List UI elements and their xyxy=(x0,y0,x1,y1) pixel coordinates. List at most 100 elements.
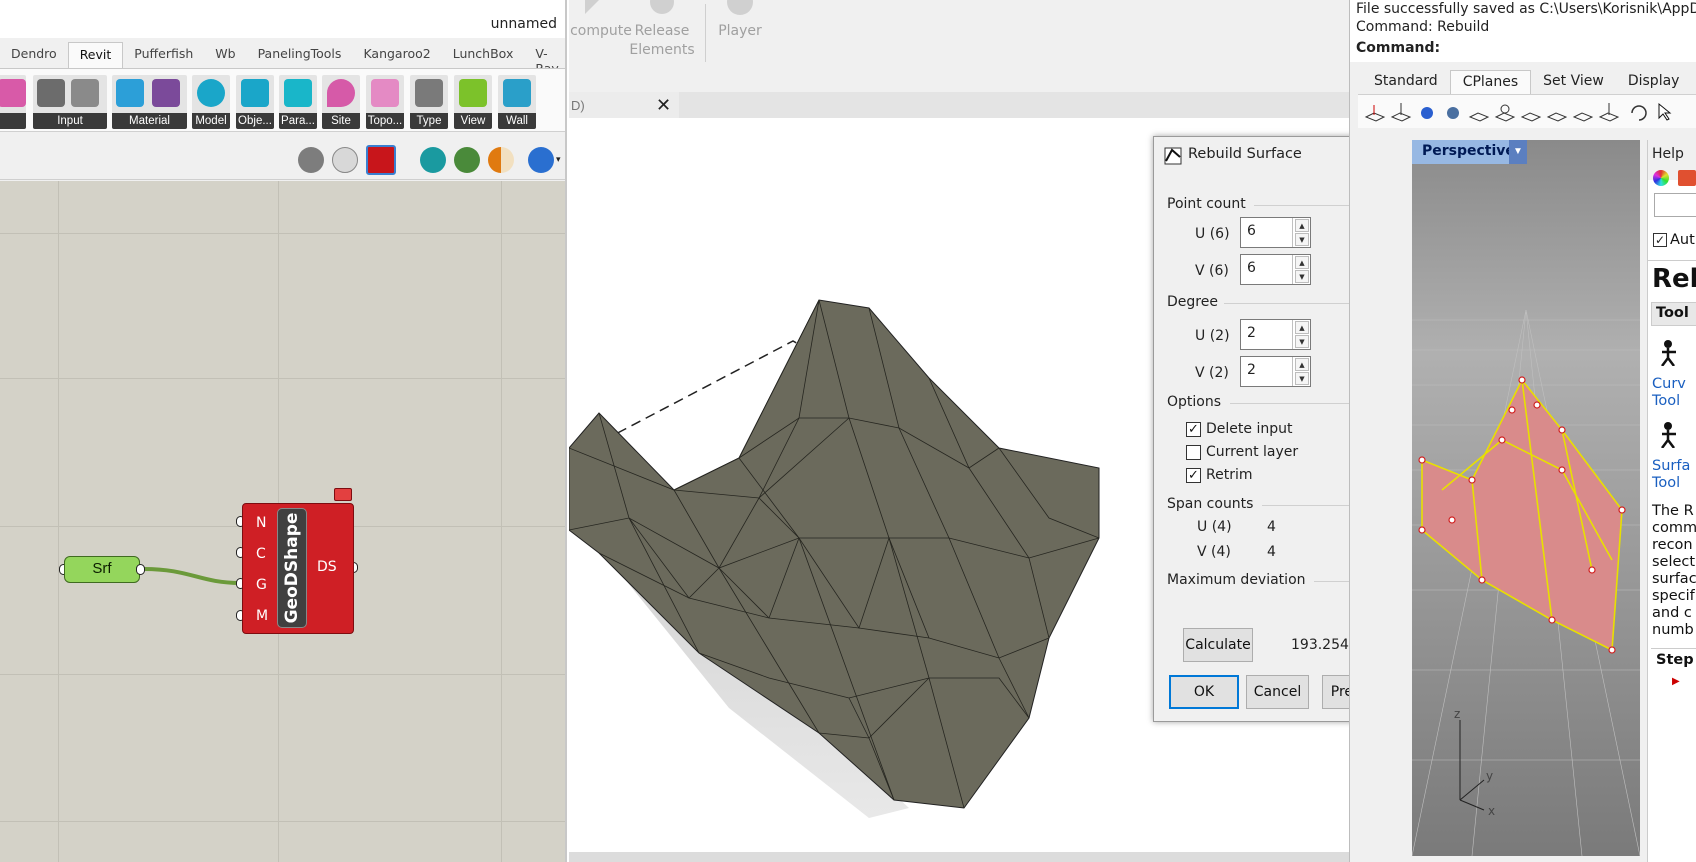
max-deviation-heading: Maximum deviation xyxy=(1167,572,1306,588)
book-icon[interactable] xyxy=(1678,170,1696,186)
spin-up-icon[interactable]: ▲ xyxy=(1295,256,1309,269)
help-body-line: comm xyxy=(1652,520,1696,536)
curve-tools-link[interactable]: Tool xyxy=(1652,393,1680,409)
help-body-line: recon xyxy=(1652,537,1693,553)
srf-output-port[interactable] xyxy=(136,564,145,575)
span-count-u-label: U (4) xyxy=(1197,519,1232,535)
wire-layer xyxy=(143,567,241,585)
surface-tools-icon[interactable] xyxy=(1658,420,1686,449)
checkbox-unchecked-icon[interactable] xyxy=(1186,445,1201,460)
help-search-input[interactable] xyxy=(1654,193,1696,217)
help-body-line: select xyxy=(1652,554,1696,570)
tab-display[interactable]: Display xyxy=(1616,70,1692,94)
player-icon xyxy=(727,0,753,15)
cplane-curve-icon[interactable] xyxy=(1468,101,1490,123)
perspective-viewport-title[interactable]: Perspective ▼ xyxy=(1412,140,1527,164)
tab-set-view[interactable]: Set View xyxy=(1531,70,1616,94)
release-label: Release xyxy=(634,23,690,39)
cplane-object-icon[interactable] xyxy=(1416,101,1438,123)
geodshape-component[interactable]: N C G M GeoDShape DS xyxy=(242,503,354,634)
spin-down-icon[interactable]: ▼ xyxy=(1295,270,1309,283)
ok-button[interactable]: OK xyxy=(1169,675,1239,709)
point-count-v-stepper[interactable]: 6 ▲ ▼ xyxy=(1240,254,1311,285)
input-label-g: G xyxy=(256,577,267,593)
checkbox-checked-icon[interactable]: ✓ xyxy=(1186,422,1201,437)
tab-standard[interactable]: Standard xyxy=(1362,70,1450,94)
viewport-status-strip xyxy=(569,852,1349,862)
current-layer-label: Current layer xyxy=(1206,444,1299,460)
chevron-down-icon[interactable]: ▼ xyxy=(1509,140,1527,164)
message-balloon-icon[interactable] xyxy=(334,488,352,501)
component-name-plate: GeoDShape xyxy=(277,508,307,628)
point-count-heading: Point count xyxy=(1167,196,1246,212)
point-count-u-value[interactable]: 6 xyxy=(1247,223,1256,239)
tab-cplanes[interactable]: CPlanes xyxy=(1449,70,1532,94)
delete-input-label: Delete input xyxy=(1206,421,1293,437)
release-elements-button[interactable]: Release Elements xyxy=(627,22,697,60)
perspective-viewport[interactable]: z y x xyxy=(1412,140,1640,856)
curve-tools-link[interactable]: Curv xyxy=(1652,376,1686,392)
spin-up-icon[interactable]: ▲ xyxy=(1295,219,1309,232)
cursor-icon[interactable] xyxy=(1654,101,1676,123)
perspective-render: z y x xyxy=(1412,140,1640,856)
spin-down-icon[interactable]: ▼ xyxy=(1295,372,1309,385)
cancel-button[interactable]: Cancel xyxy=(1246,675,1309,709)
cplane-zaxis-icon[interactable] xyxy=(1572,101,1594,123)
curve-tools-icon[interactable] xyxy=(1658,338,1686,367)
spin-up-icon[interactable]: ▲ xyxy=(1295,358,1309,371)
command-prompt[interactable]: Command: xyxy=(1356,40,1440,56)
cplane-icon[interactable] xyxy=(1364,101,1386,123)
degree-v-value[interactable]: 2 xyxy=(1247,362,1256,378)
max-deviation-value: 193.254 xyxy=(1291,637,1349,653)
cplane-rotate-icon[interactable] xyxy=(1494,101,1516,123)
input-label-c: C xyxy=(256,546,266,562)
axis-label-z: z xyxy=(1454,707,1460,721)
tool-section-label: Tool xyxy=(1656,305,1689,321)
span-counts-heading: Span counts xyxy=(1167,496,1254,512)
spin-buttons: ▲ ▼ xyxy=(1292,255,1310,284)
surface-tools-link[interactable]: Tool xyxy=(1652,475,1680,491)
undo-cplane-icon[interactable] xyxy=(1628,101,1650,123)
point-count-u-stepper[interactable]: 6 ▲ ▼ xyxy=(1240,217,1311,248)
spin-up-icon[interactable]: ▲ xyxy=(1295,321,1309,334)
span-count-u-value: 4 xyxy=(1267,519,1276,535)
toolbar-tabs: Standard CPlanes Set View Display xyxy=(1362,70,1691,94)
degree-v-stepper[interactable]: 2 ▲ ▼ xyxy=(1240,356,1311,387)
grasshopper-window: unnamed Dendro Revit Pufferfish Wb Panel… xyxy=(0,0,567,862)
help-body-line: and c xyxy=(1652,605,1692,621)
cplane-xaxis-icon[interactable] xyxy=(1546,101,1568,123)
spin-buttons: ▲ ▼ xyxy=(1292,320,1310,349)
help-body-line: numb xyxy=(1652,622,1694,638)
degree-u-stepper[interactable]: 2 ▲ ▼ xyxy=(1240,319,1311,350)
degree-heading: Degree xyxy=(1167,294,1218,310)
connection-wire[interactable] xyxy=(143,567,241,585)
calculate-button[interactable]: Calculate xyxy=(1183,628,1253,662)
surface-tools-link[interactable]: Surfa xyxy=(1652,458,1690,474)
degree-u-value[interactable]: 2 xyxy=(1247,325,1256,341)
close-icon[interactable]: ✕ xyxy=(656,95,671,116)
retrim-label: Retrim xyxy=(1206,467,1253,483)
checkbox-checked-icon[interactable]: ✓ xyxy=(1653,233,1667,247)
checkbox-checked-icon[interactable]: ✓ xyxy=(1186,468,1201,483)
axis-label-y: y xyxy=(1486,769,1493,783)
command-history-line: File successfully saved as C:\Users\Kori… xyxy=(1356,1,1696,17)
cplane-view-icon[interactable] xyxy=(1598,101,1620,123)
point-count-v-label: V (6) xyxy=(1195,263,1229,279)
player-button[interactable]: Player xyxy=(707,22,773,41)
toolbar-divider xyxy=(705,4,706,62)
caret-right-icon[interactable]: ▶ xyxy=(1672,676,1680,687)
color-wheel-icon[interactable] xyxy=(1653,170,1669,186)
cplane-surface-icon[interactable] xyxy=(1442,101,1464,123)
help-body-line: surfac xyxy=(1652,571,1696,587)
spin-down-icon[interactable]: ▼ xyxy=(1295,335,1309,348)
perspective-label[interactable]: Perspective xyxy=(1422,143,1515,159)
spin-down-icon[interactable]: ▼ xyxy=(1295,233,1309,246)
point-count-v-value[interactable]: 6 xyxy=(1247,260,1256,276)
cplane-3pt-icon[interactable] xyxy=(1520,101,1542,123)
command-history-line: Command: Rebuild xyxy=(1356,19,1490,35)
help-title: Rel xyxy=(1652,264,1696,294)
srf-component[interactable]: Srf xyxy=(64,556,140,583)
mesh-surface xyxy=(569,299,1100,809)
steps-heading: Step xyxy=(1656,652,1694,668)
cplane-elevation-icon[interactable] xyxy=(1390,101,1412,123)
